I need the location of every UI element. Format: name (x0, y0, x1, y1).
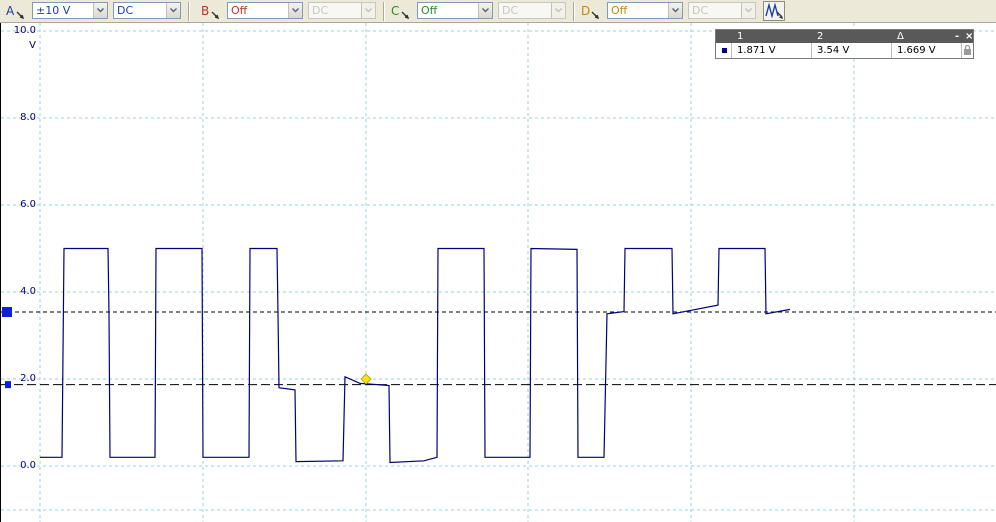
ruler-2-handle[interactable] (2, 307, 12, 318)
channel-d-coupling-select[interactable]: DC (688, 2, 756, 19)
channel-d-coupling-select-value: DC (692, 4, 709, 17)
y-tick-label: 2.0 (20, 373, 36, 384)
ruler-2-value: 3.54 V (812, 43, 892, 58)
channel-a-label[interactable]: A (6, 4, 14, 18)
probe-icon[interactable] (401, 11, 409, 19)
channel-d-range-select[interactable]: Off (607, 2, 683, 19)
lock-icon[interactable] (963, 44, 972, 55)
y-axis-unit: V (29, 40, 36, 51)
ruler-delta-value: 1.669 V (892, 43, 962, 58)
chevron-down-icon[interactable] (551, 3, 565, 18)
channel-b-label[interactable]: B (201, 4, 209, 18)
channel-a-swatch-icon (722, 48, 727, 53)
channel-c-range-select-value: Off (421, 4, 438, 17)
ruler-1-value: 1.871 V (732, 43, 812, 58)
chevron-down-icon[interactable] (93, 3, 107, 18)
probe-icon[interactable] (16, 11, 24, 19)
toolbar-separator (383, 2, 384, 21)
channel-c-coupling-select-value: DC (502, 4, 519, 17)
y-tick-label: 10.0 (13, 25, 36, 36)
ruler-col-1: 1 (737, 31, 744, 42)
channel-d-range-select-value: Off (611, 4, 628, 17)
y-tick-label: 6.0 (20, 199, 36, 210)
chevron-down-icon[interactable] (166, 3, 180, 18)
channel-a-range-select-value: ±10 V (36, 4, 71, 17)
channel-c-range-select[interactable]: Off (417, 2, 493, 19)
channel-b-range-select-value: Off (231, 4, 248, 17)
chevron-down-icon[interactable] (668, 3, 682, 18)
y-tick-label: 8.0 (20, 112, 36, 123)
channel-a-waveform (40, 247, 791, 464)
probe-icon[interactable] (211, 11, 219, 19)
ruler-header: 1 2 Δ - × (716, 30, 973, 43)
channel-toolbar: A ±10 V DC B Off DC C Off DC D Off DC (0, 0, 996, 23)
chevron-down-icon[interactable] (741, 3, 755, 18)
channel-a-range-select[interactable]: ±10 V (32, 2, 108, 19)
ruler-row: 1.871 V 3.54 V 1.669 V (716, 43, 973, 58)
chevron-down-icon[interactable] (478, 3, 492, 18)
chevron-down-icon[interactable] (361, 3, 375, 18)
toolbar-separator (573, 2, 574, 21)
channel-b-range-select[interactable]: Off (227, 2, 303, 19)
probe-icon[interactable] (591, 11, 599, 19)
channel-a-coupling-select[interactable]: DC (113, 2, 181, 19)
channel-b-coupling-select[interactable]: DC (308, 2, 376, 19)
oscilloscope-plot[interactable] (0, 23, 996, 522)
trigger-marker-icon[interactable] (360, 373, 372, 385)
y-tick-label: 0.0 (20, 460, 36, 471)
channel-a-coupling-select-value: DC (117, 4, 134, 17)
channel-b-coupling-select-value: DC (312, 4, 329, 17)
close-button[interactable]: × (960, 30, 974, 43)
scope-mode-icon (764, 2, 784, 23)
chevron-down-icon[interactable] (288, 3, 302, 18)
ruler-col-delta: Δ (897, 31, 904, 42)
ruler-panel[interactable]: 1 2 Δ - × 1.871 V 3.54 V 1.669 V (715, 29, 974, 59)
channel-c-coupling-select[interactable]: DC (498, 2, 566, 19)
scope-mode-button[interactable] (763, 1, 785, 21)
channel-a-marker (716, 43, 732, 58)
ruler-col-2: 2 (817, 31, 824, 42)
toolbar-separator (188, 2, 189, 21)
channel-c-label[interactable]: C (391, 4, 399, 18)
channel-d-label[interactable]: D (581, 4, 590, 18)
y-tick-label: 4.0 (20, 286, 36, 297)
